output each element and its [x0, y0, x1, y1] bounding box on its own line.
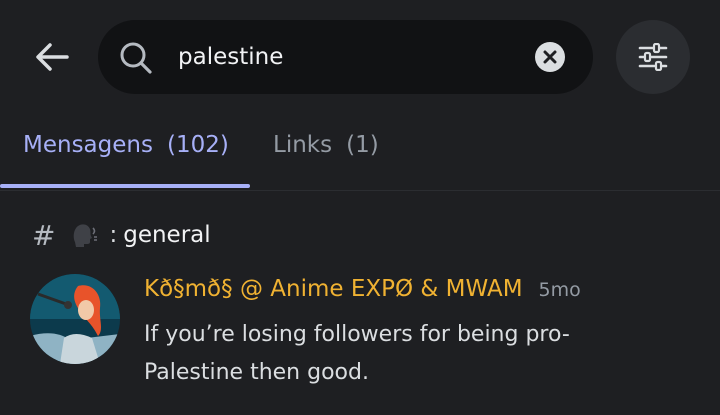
sliders-icon [638, 43, 668, 71]
channel-hash: # [32, 218, 56, 252]
message-content: If you’re losing followers for being pro… [144, 322, 570, 385]
message-timestamp: 5mo [538, 279, 581, 301]
speaking-head-icon [74, 224, 98, 247]
avatar-image [30, 274, 120, 364]
active-tab-indicator [0, 184, 250, 188]
tab-links[interactable]: Links (1) [273, 132, 379, 158]
arrow-left-icon [36, 43, 69, 71]
search-bar [98, 20, 593, 94]
channel-name: general [123, 222, 211, 248]
close-icon [543, 50, 557, 64]
back-button[interactable] [28, 34, 76, 80]
tab-links-label: Links [273, 132, 333, 158]
search-input[interactable] [178, 38, 518, 76]
channel-header[interactable]: # : general [32, 217, 211, 253]
channel-separator: : [109, 222, 118, 248]
tab-messages-label: Mensagens [23, 132, 153, 158]
search-tabs: Mensagens (102) Links (1) [0, 112, 720, 191]
search-result-message[interactable]: Kð§mð§ @ Anime EXPØ & MWAM 5mo If you’re … [0, 266, 720, 415]
search-icon [120, 42, 152, 74]
clear-search-button[interactable] [535, 42, 565, 72]
message-meta: Kð§mð§ @ Anime EXPØ & MWAM 5mo [144, 276, 581, 302]
avatar[interactable] [30, 274, 120, 364]
filter-button[interactable] [616, 20, 690, 94]
search-header [0, 0, 720, 112]
tab-messages[interactable]: Mensagens (102) [23, 132, 229, 158]
tab-messages-count: (102) [166, 132, 229, 158]
author-name[interactable]: Kð§mð§ @ Anime EXPØ & MWAM [144, 276, 523, 302]
tab-links-count: (1) [346, 132, 379, 158]
